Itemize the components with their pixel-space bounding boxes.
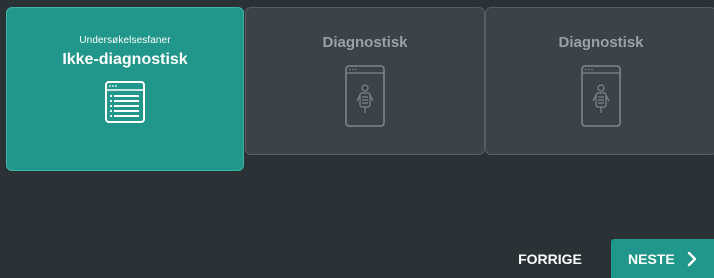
card-non-diagnostic[interactable]: Undersøkelsesfaner Ikke-diagnostisk bbox=[6, 7, 244, 171]
previous-button[interactable]: FORRIGE bbox=[506, 239, 594, 278]
previous-button-label: FORRIGE bbox=[518, 250, 582, 267]
tab-type-selector: Undersøkelsesfaner Ikke-diagnostisk Diag… bbox=[0, 0, 714, 278]
next-button-label: NESTE bbox=[628, 250, 675, 267]
xray-window-icon bbox=[345, 65, 385, 132]
next-button[interactable]: NESTE bbox=[611, 239, 714, 278]
card-title: Diagnostisk bbox=[322, 34, 408, 51]
card-title: Ikke-diagnostisk bbox=[62, 51, 188, 68]
chevron-right-icon bbox=[687, 251, 697, 267]
list-window-icon bbox=[105, 81, 145, 128]
card-diagnostic[interactable]: Diagnostisk bbox=[245, 7, 485, 155]
card-diagnostic-2[interactable]: Diagnostisk bbox=[485, 7, 714, 155]
xray-window-icon bbox=[581, 65, 621, 132]
card-subtitle: Undersøkelsesfaner bbox=[79, 35, 171, 46]
card-title: Diagnostisk bbox=[558, 34, 644, 51]
